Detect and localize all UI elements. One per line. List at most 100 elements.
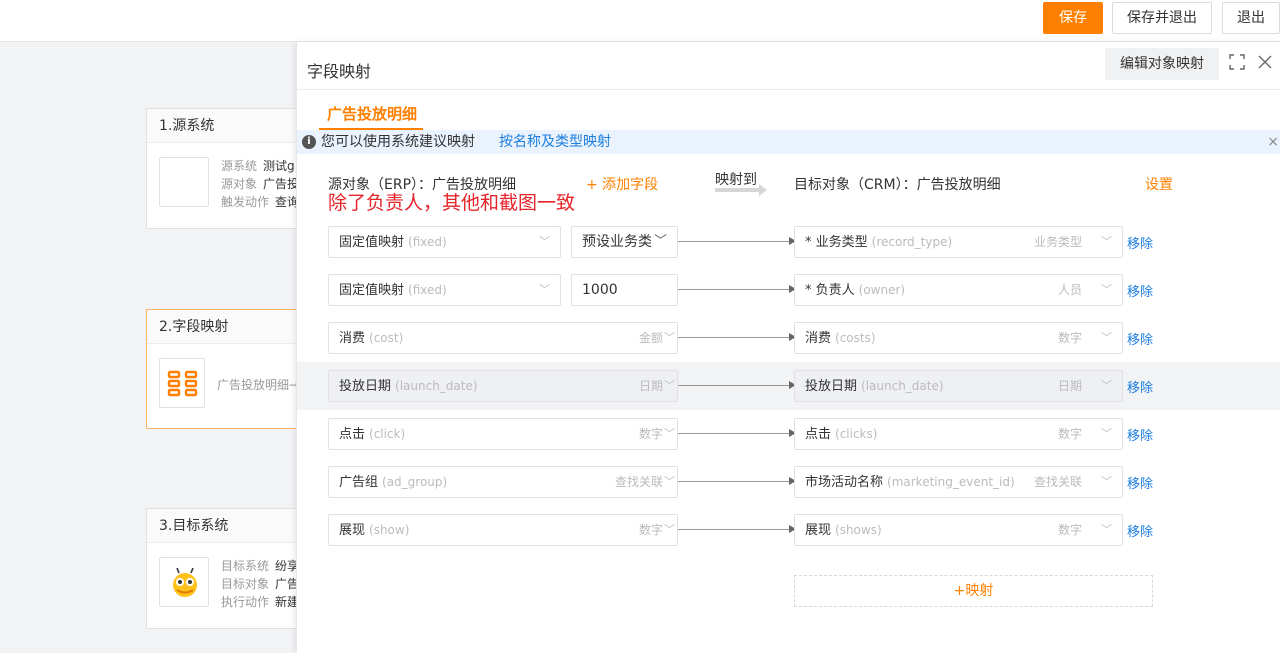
source-field-select[interactable]: 展现 (show) 数字 ﹀ bbox=[328, 514, 678, 546]
mapping-row: 展现 (show) 数字 ﹀ 展现 (shows) 数字 ﹀ 移除 bbox=[297, 506, 1280, 554]
chevron-down-icon: ﹀ bbox=[1101, 235, 1112, 248]
remove-link[interactable]: 移除 bbox=[1127, 521, 1153, 540]
field-mapping-icon bbox=[159, 358, 205, 408]
fullscreen-icon[interactable] bbox=[1227, 54, 1247, 74]
target-field-key: (launch_date) bbox=[861, 379, 944, 393]
target-field-label: 展现 bbox=[805, 523, 832, 538]
mapping-row: 消费 (cost) 金额 ﹀ 消费 (costs) 数字 ﹀ 移除 bbox=[297, 314, 1280, 362]
source-field-key: (cost) bbox=[369, 331, 404, 345]
chevron-down-icon: ﹀ bbox=[664, 331, 675, 344]
target-field-type: 数字 bbox=[1057, 427, 1082, 441]
target-field-key: (clicks) bbox=[835, 427, 878, 441]
step-title: 1.源系统 bbox=[147, 109, 305, 143]
mapping-arrow-icon bbox=[678, 429, 796, 437]
mapping-arrow-icon bbox=[678, 333, 796, 341]
source-field-key: (click) bbox=[369, 427, 406, 441]
target-field-select[interactable]: 点击 (clicks) 数字 ﹀ bbox=[794, 418, 1123, 450]
remove-link[interactable]: 移除 bbox=[1127, 473, 1153, 492]
chevron-down-icon: ﹀ bbox=[1101, 427, 1112, 440]
source-field-label: 广告组 bbox=[339, 475, 379, 490]
step-field-mapping[interactable]: 2.字段映射 广告投放明细→ bbox=[146, 309, 306, 429]
add-field-button[interactable]: + 添加字段 bbox=[586, 174, 658, 194]
source-field-key: (fixed) bbox=[408, 235, 447, 249]
drawer-title: 字段映射 bbox=[307, 62, 372, 81]
map-by-name-type-link[interactable]: 按名称及类型映射 bbox=[499, 130, 611, 154]
kv-label: 目标系统 bbox=[221, 559, 270, 573]
source-field-key: (show) bbox=[369, 523, 410, 537]
source-field-type: 金额 bbox=[638, 331, 663, 345]
annotation-note: 除了负责人，其他和截图一致 bbox=[328, 192, 576, 214]
chevron-down-icon: ﹀ bbox=[653, 234, 667, 249]
source-field-select[interactable]: 固定值映射 (fixed) ﹀ bbox=[328, 226, 561, 258]
target-field-select[interactable]: 消费 (costs) 数字 ﹀ bbox=[794, 322, 1123, 354]
target-field-type: 数字 bbox=[1057, 523, 1082, 537]
step-title: 3.目标系统 bbox=[147, 509, 305, 543]
target-field-type: 查找关联 bbox=[1033, 475, 1082, 489]
mapping-row: 点击 (click) 数字 ﹀ 点击 (clicks) 数字 ﹀ 移除 bbox=[297, 410, 1280, 458]
source-field-type: 数字 bbox=[638, 427, 663, 441]
target-field-select[interactable]: 投放日期 (launch_date) 日期 ﹀ bbox=[794, 370, 1123, 402]
source-field-key: (fixed) bbox=[408, 283, 447, 297]
preset-value-select[interactable]: 预设业务类 ﹀ bbox=[571, 226, 678, 258]
target-field-key: (shows) bbox=[835, 523, 882, 537]
kv-label: 触发动作 bbox=[221, 195, 270, 209]
source-field-type: 查找关联 bbox=[614, 475, 663, 489]
source-field-select[interactable]: 点击 (click) 数字 ﹀ bbox=[328, 418, 678, 450]
target-field-label: 消费 bbox=[805, 331, 832, 346]
fixed-value: 1000 bbox=[582, 282, 618, 298]
tip-close-icon[interactable]: × bbox=[1267, 130, 1279, 154]
source-field-select[interactable]: 固定值映射 (fixed) ﹀ bbox=[328, 274, 561, 306]
chevron-down-icon: ﹀ bbox=[664, 379, 675, 392]
source-field-label: 投放日期 bbox=[339, 379, 392, 394]
remove-link[interactable]: 移除 bbox=[1127, 329, 1153, 348]
source-system-logo bbox=[159, 157, 209, 207]
map-to-label: 映射到 bbox=[715, 172, 757, 188]
mapping-row: 固定值映射 (fixed) ﹀ 1000 * 负责人 (owner) 人员 ﹀ 移除 bbox=[297, 266, 1280, 314]
close-icon[interactable] bbox=[1255, 54, 1275, 74]
mapping-summary: 广告投放明细→ bbox=[217, 378, 300, 392]
remove-link[interactable]: 移除 bbox=[1127, 281, 1153, 300]
save-button[interactable]: 保存 bbox=[1043, 2, 1103, 34]
kv-value: 测试g bbox=[263, 159, 295, 173]
chevron-down-icon: ﹀ bbox=[539, 283, 550, 296]
source-field-label: 消费 bbox=[339, 331, 366, 346]
exit-button[interactable]: 退出 bbox=[1222, 2, 1280, 34]
info-icon: i bbox=[302, 135, 316, 149]
remove-link[interactable]: 移除 bbox=[1127, 425, 1153, 444]
add-mapping-button[interactable]: +映射 bbox=[794, 575, 1153, 607]
kv-value: 广告投 bbox=[263, 177, 300, 191]
source-field-select[interactable]: 投放日期 (launch_date) 日期 ﹀ bbox=[328, 370, 678, 402]
source-field-select[interactable]: 消费 (cost) 金额 ﹀ bbox=[328, 322, 678, 354]
target-field-key: (record_type) bbox=[871, 235, 953, 249]
source-field-type: 数字 bbox=[638, 523, 663, 537]
chevron-down-icon: ﹀ bbox=[664, 475, 675, 488]
settings-link[interactable]: 设置 bbox=[1145, 174, 1173, 194]
target-field-select[interactable]: 展现 (shows) 数字 ﹀ bbox=[794, 514, 1123, 546]
remove-link[interactable]: 移除 bbox=[1127, 377, 1153, 396]
target-field-key: (marketing_event_id) bbox=[887, 475, 1015, 489]
source-field-label: 点击 bbox=[339, 427, 366, 442]
source-field-label: 固定值映射 bbox=[339, 235, 405, 250]
mapping-row: 广告组 (ad_group) 查找关联 ﹀ 市场活动名称 (marketing_even… bbox=[297, 458, 1280, 506]
tab-ad-detail[interactable]: 广告投放明细 bbox=[327, 103, 417, 124]
target-field-select[interactable]: * 业务类型 (record_type) 业务类型 ﹀ bbox=[794, 226, 1123, 258]
remove-link[interactable]: 移除 bbox=[1127, 233, 1153, 252]
source-field-label: 固定值映射 bbox=[339, 283, 405, 298]
suggestion-tip-bar: i 您可以使用系统建议映射 按名称及类型映射 × bbox=[297, 130, 1280, 154]
target-object-header: 目标对象（CRM）：广告投放明细 bbox=[794, 177, 1001, 193]
top-toolbar: 保存 保存并退出 退出 bbox=[0, 0, 1280, 42]
edit-object-mapping-button[interactable]: 编辑对象映射 bbox=[1105, 48, 1219, 80]
step-source-system[interactable]: 1.源系统 源系统 测试g 源对象 广告投 触发动作 查询 bbox=[146, 108, 306, 229]
mapping-arrow-icon bbox=[678, 285, 796, 293]
save-and-exit-button[interactable]: 保存并退出 bbox=[1112, 2, 1212, 34]
divider bbox=[297, 89, 1280, 90]
fixed-value-input[interactable]: 1000 bbox=[571, 274, 678, 306]
chevron-down-icon: ﹀ bbox=[1101, 523, 1112, 536]
source-field-select[interactable]: 广告组 (ad_group) 查找关联 ﹀ bbox=[328, 466, 678, 498]
preset-value: 预设业务类 bbox=[582, 234, 652, 250]
chevron-down-icon: ﹀ bbox=[664, 523, 675, 536]
step-target-system[interactable]: 3.目标系统 目标系统 纷享 目标对象 广告 执行动作 新建 bbox=[146, 508, 306, 629]
target-field-select[interactable]: * 负责人 (owner) 人员 ﹀ bbox=[794, 274, 1123, 306]
source-field-key: (ad_group) bbox=[382, 475, 448, 489]
target-field-select[interactable]: 市场活动名称 (marketing_event_id) 查找关联 ﹀ bbox=[794, 466, 1123, 498]
